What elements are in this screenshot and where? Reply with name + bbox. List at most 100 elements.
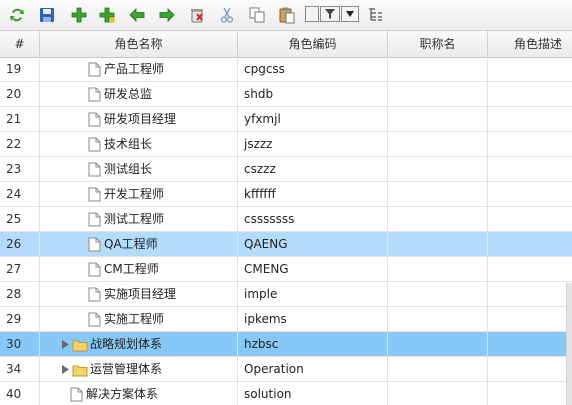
title-cell[interactable] <box>388 282 488 307</box>
role-name-cell[interactable]: CM工程师 <box>40 257 238 282</box>
role-name-cell[interactable]: 研发项目经理 <box>40 107 238 132</box>
role-code-cell[interactable]: hzbsc <box>238 332 388 357</box>
title-cell[interactable] <box>388 82 488 107</box>
cut-icon[interactable] <box>216 4 238 26</box>
role-code-cell[interactable]: yfxmjl <box>238 107 388 132</box>
table-row[interactable]: 25 测试工程师 csssssss <box>0 207 572 232</box>
title-cell[interactable] <box>388 307 488 332</box>
add-child-icon[interactable] <box>96 4 118 26</box>
title-cell[interactable] <box>388 332 488 357</box>
role-name-cell[interactable]: 解决方案体系 <box>40 382 238 405</box>
role-code-cell[interactable]: csssssss <box>238 207 388 232</box>
title-cell[interactable] <box>388 232 488 257</box>
role-code-cell[interactable]: Operation <box>238 357 388 382</box>
filter-checkbox[interactable] <box>305 6 319 22</box>
role-name-label: 测试工程师 <box>104 212 165 226</box>
table-row[interactable]: 34 运营管理体系 Operation <box>0 357 572 382</box>
role-code-cell[interactable]: ipkems <box>238 307 388 332</box>
role-name-cell[interactable]: 开发工程师 <box>40 182 238 207</box>
description-cell[interactable] <box>488 357 572 382</box>
arrow-right-icon[interactable] <box>156 4 178 26</box>
column-header-role-name[interactable]: 角色名称 <box>40 31 238 57</box>
title-cell[interactable] <box>388 182 488 207</box>
description-cell[interactable] <box>488 307 572 332</box>
table-row[interactable]: 40 解决方案体系 solution <box>0 382 572 405</box>
arrow-left-icon[interactable] <box>126 4 148 26</box>
table-row[interactable]: 23 测试组长 cszzz <box>0 157 572 182</box>
title-cell[interactable] <box>388 157 488 182</box>
description-cell[interactable] <box>488 257 572 282</box>
document-icon <box>86 287 102 303</box>
expand-arrow-icon[interactable] <box>60 365 70 375</box>
description-cell[interactable] <box>488 232 572 257</box>
description-cell[interactable] <box>488 282 572 307</box>
document-icon <box>86 137 102 153</box>
role-name-cell[interactable]: 研发总监 <box>40 82 238 107</box>
tree-view-icon[interactable] <box>364 4 386 26</box>
role-code-cell[interactable]: cpgcss <box>238 57 388 82</box>
row-number: 25 <box>0 207 40 232</box>
role-name-cell[interactable]: QA工程师 <box>40 232 238 257</box>
table-row[interactable]: 20 研发总监 shdb <box>0 82 572 107</box>
description-cell[interactable] <box>488 82 572 107</box>
table-row[interactable]: 22 技术组长 jszzz <box>0 132 572 157</box>
chevron-down-icon[interactable] <box>341 6 359 22</box>
role-name-cell[interactable]: 实施项目经理 <box>40 282 238 307</box>
add-icon[interactable] <box>68 4 90 26</box>
table-row[interactable]: 26 QA工程师 QAENG <box>0 232 572 257</box>
role-code-cell[interactable]: cszzz <box>238 157 388 182</box>
description-cell[interactable] <box>488 107 572 132</box>
table-row[interactable]: 24 开发工程师 kffffff <box>0 182 572 207</box>
filter-icon[interactable] <box>320 6 340 22</box>
row-number: 29 <box>0 307 40 332</box>
description-cell[interactable] <box>488 382 572 405</box>
role-code-cell[interactable]: QAENG <box>238 232 388 257</box>
role-code-cell[interactable]: jszzz <box>238 132 388 157</box>
paste-icon[interactable] <box>276 4 298 26</box>
role-name-cell[interactable]: 实施工程师 <box>40 307 238 332</box>
document-icon <box>86 187 102 203</box>
table-row[interactable]: 28 实施项目经理 imple <box>0 282 572 307</box>
table-row[interactable]: 21 研发项目经理 yfxmjl <box>0 107 572 132</box>
description-cell[interactable] <box>488 332 572 357</box>
title-cell[interactable] <box>388 57 488 82</box>
role-name-cell[interactable]: 测试组长 <box>40 157 238 182</box>
document-icon <box>86 262 102 278</box>
title-cell[interactable] <box>388 382 488 405</box>
table-row[interactable]: 29 实施工程师 ipkems <box>0 307 572 332</box>
description-cell[interactable] <box>488 57 572 82</box>
table-row[interactable]: 27 CM工程师 CMENG <box>0 257 572 282</box>
column-header-description[interactable]: 角色描述 <box>488 31 572 57</box>
description-cell[interactable] <box>488 207 572 232</box>
role-tree-grid: 19 产品工程师 cpgcss 20 研发总监 shdb 21 研发项目经理 yfxmjl 22 技… <box>0 57 572 405</box>
title-cell[interactable] <box>388 132 488 157</box>
role-name-cell[interactable]: 测试工程师 <box>40 207 238 232</box>
title-cell[interactable] <box>388 357 488 382</box>
column-header-role-code[interactable]: 角色编码 <box>238 31 388 57</box>
role-code-cell[interactable]: imple <box>238 282 388 307</box>
role-name-cell[interactable]: 战略规划体系 <box>40 332 238 357</box>
save-icon[interactable] <box>36 4 58 26</box>
role-name-cell[interactable]: 技术组长 <box>40 132 238 157</box>
delete-icon[interactable] <box>186 4 208 26</box>
title-cell[interactable] <box>388 257 488 282</box>
vertical-scrollbar[interactable] <box>566 283 572 405</box>
role-name-cell[interactable]: 运营管理体系 <box>40 357 238 382</box>
role-code-cell[interactable]: solution <box>238 382 388 405</box>
role-code-cell[interactable]: CMENG <box>238 257 388 282</box>
role-name-cell[interactable]: 产品工程师 <box>40 57 238 82</box>
table-row[interactable]: 19 产品工程师 cpgcss <box>0 57 572 82</box>
description-cell[interactable] <box>488 132 572 157</box>
column-header-num[interactable]: # <box>0 31 40 57</box>
title-cell[interactable] <box>388 207 488 232</box>
refresh-icon[interactable] <box>6 4 28 26</box>
table-row[interactable]: 30 战略规划体系 hzbsc <box>0 332 572 357</box>
column-header-title[interactable]: 职称名 <box>388 31 488 57</box>
role-code-cell[interactable]: kffffff <box>238 182 388 207</box>
expand-arrow-icon[interactable] <box>60 340 70 350</box>
title-cell[interactable] <box>388 107 488 132</box>
description-cell[interactable] <box>488 157 572 182</box>
role-code-cell[interactable]: shdb <box>238 82 388 107</box>
description-cell[interactable] <box>488 182 572 207</box>
copy-icon[interactable] <box>246 4 268 26</box>
